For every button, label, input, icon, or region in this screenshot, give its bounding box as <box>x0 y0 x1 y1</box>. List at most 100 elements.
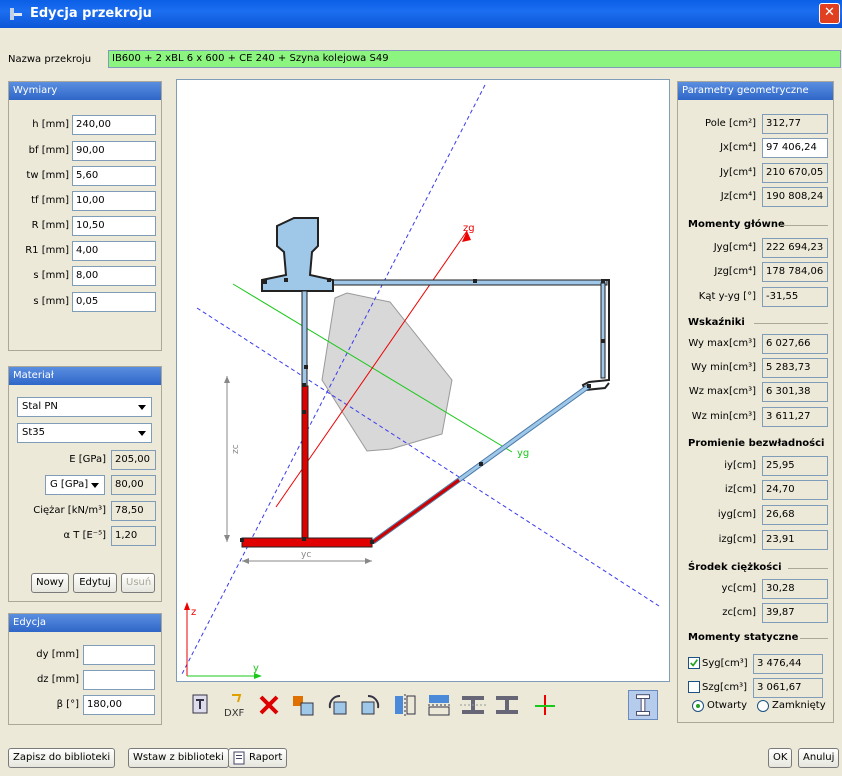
i-beam-dashed-icon[interactable] <box>458 690 488 720</box>
section-drawing: zg yg zc yc z y <box>181 84 660 679</box>
syg-checkbox[interactable] <box>688 657 700 669</box>
dimension-field[interactable]: 90,00 <box>72 141 156 161</box>
chevron-down-icon <box>138 431 146 436</box>
material-grade-value: St35 <box>22 427 45 438</box>
material-grade-select[interactable]: St35 <box>17 423 152 443</box>
jyg-field: 222 694,23 <box>762 238 828 258</box>
dimension-field[interactable]: 10,50 <box>72 216 156 236</box>
new-material-button[interactable]: Nowy <box>31 573 69 593</box>
dxf-import-icon[interactable]: DXF <box>220 690 250 720</box>
title-bar: Edycja przekroju ✕ <box>0 0 842 28</box>
delete-icon[interactable] <box>254 690 284 720</box>
wz-min-label: Wz min[cm³] <box>691 411 756 422</box>
import-section-icon[interactable] <box>186 690 216 720</box>
izg-label: izg[cm] <box>718 534 756 545</box>
drawing-toolbar: DXF <box>176 684 670 726</box>
yc-field: 30,28 <box>762 579 828 599</box>
material-panel-title: Materiał <box>9 367 161 385</box>
static-moments-heading-text: Momenty statyczne <box>688 632 799 643</box>
jy-label: Jy[cm⁴] <box>720 167 756 178</box>
edit-material-button[interactable]: Edytuj <box>73 573 117 593</box>
dimension-field[interactable]: 8,00 <box>72 266 156 286</box>
delete-material-button[interactable]: Usuń <box>121 573 155 593</box>
jzg-label: Jzg[cm⁴] <box>714 266 756 277</box>
axes-icon[interactable] <box>530 690 560 720</box>
chevron-down-icon <box>91 483 99 488</box>
syg-label: Syg[cm³] <box>702 658 748 669</box>
radii-heading-text: Promienie bezwładności <box>688 438 825 449</box>
diagonal-red <box>372 478 460 544</box>
zc-label: zc[cm] <box>722 607 756 618</box>
move-icon[interactable] <box>288 690 318 720</box>
dimension-field[interactable]: 240,00 <box>72 115 156 135</box>
static-moments-heading: Momenty statyczne <box>688 632 828 643</box>
radio-open[interactable] <box>692 700 704 712</box>
dimension-field[interactable]: 5,60 <box>72 166 156 186</box>
izg-field: 23,91 <box>762 530 828 550</box>
yg-label: yg <box>517 448 529 459</box>
dimension-field[interactable]: 10,00 <box>72 191 156 211</box>
mirror-vertical-icon[interactable] <box>390 690 420 720</box>
iy-label: iy[cm] <box>724 460 756 471</box>
dimension-label: s [mm] <box>33 270 69 281</box>
report-icon <box>233 751 245 765</box>
zg-label: zg <box>463 223 475 234</box>
centroid-heading-text: Środek ciężkości <box>688 562 782 573</box>
angle-label: Kąt y-yg [°] <box>698 291 756 302</box>
szg-checkbox[interactable] <box>688 681 700 693</box>
section-name-input[interactable]: IB600 + 2 xBL 6 x 600 + CE 240 + Szyna k… <box>108 50 841 68</box>
zc-label: zc <box>231 444 241 454</box>
close-button[interactable]: ✕ <box>819 3 840 24</box>
core-polygon <box>321 292 453 452</box>
iz-label: iz[cm] <box>724 484 756 495</box>
dz-field[interactable] <box>83 670 155 690</box>
moments-heading-text: Momenty główne <box>688 219 785 230</box>
moments-heading: Momenty główne <box>688 219 828 230</box>
section-app-icon <box>10 8 22 20</box>
i-beam-icon[interactable] <box>492 690 522 720</box>
chevron-down-icon <box>138 405 146 410</box>
dimension-field[interactable]: 4,00 <box>72 241 156 261</box>
ok-button[interactable]: OK <box>768 748 793 768</box>
report-button[interactable]: Raport <box>228 748 288 768</box>
jx-field[interactable]: 97 406,24 <box>762 138 828 158</box>
centroid-heading: Środek ciężkości <box>688 562 828 573</box>
radii-heading: Promienie bezwładności <box>688 438 828 449</box>
dimension-label: tw [mm] <box>26 170 69 181</box>
rotate-left-icon[interactable] <box>322 690 352 720</box>
zc-field: 39,87 <box>762 603 828 623</box>
material-panel: Materiał Stal PN St35 E [GPa] 205,00 G [… <box>8 366 162 602</box>
rotate-right-icon[interactable] <box>356 690 386 720</box>
angle-field: -31,55 <box>762 287 828 307</box>
ciezar-label: Ciężar [kN/m³] <box>33 505 106 516</box>
radio-open-label: Otwarty <box>707 700 748 711</box>
radio-closed[interactable] <box>757 700 769 712</box>
bottom-flange <box>241 537 373 548</box>
iz-field: 24,70 <box>762 480 828 500</box>
dimension-label: tf [mm] <box>31 195 69 206</box>
jz-label: Jz[cm⁴] <box>720 191 756 202</box>
beta-field[interactable]: 180,00 <box>83 695 155 715</box>
wy-min-field: 5 283,73 <box>762 358 828 378</box>
dy-field[interactable] <box>83 645 155 665</box>
alpha-t-field: 1,20 <box>111 526 156 546</box>
iyg-label: iyg[cm] <box>717 509 756 520</box>
wz-min-field: 3 611,27 <box>762 407 828 427</box>
material-type-select[interactable]: Stal PN <box>17 397 152 417</box>
beta-label: β [°] <box>56 699 79 710</box>
section-canvas[interactable]: zg yg zc yc z y <box>176 79 670 682</box>
save-to-library-button[interactable]: Zapisz do biblioteki <box>8 748 116 768</box>
jx-label: Jx[cm⁴] <box>720 142 756 153</box>
section-view-icon[interactable] <box>628 690 658 720</box>
mirror-horizontal-icon[interactable] <box>424 690 454 720</box>
section-name-label: Nazwa przekroju <box>8 54 92 65</box>
dimension-field[interactable]: 0,05 <box>72 292 156 312</box>
geometric-params-panel: Parametry geometryczne Pole [cm²] 312,77 J… <box>677 81 834 723</box>
dz-label: dz [mm] <box>36 674 79 685</box>
jz-field: 190 808,24 <box>762 187 828 207</box>
g-select[interactable]: G [GPa] <box>45 475 105 495</box>
rail-head <box>261 217 334 292</box>
insert-from-library-button[interactable]: Wstaw z biblioteki <box>128 748 229 768</box>
cancel-button[interactable]: Anuluj <box>798 748 840 768</box>
web-red <box>301 385 309 542</box>
